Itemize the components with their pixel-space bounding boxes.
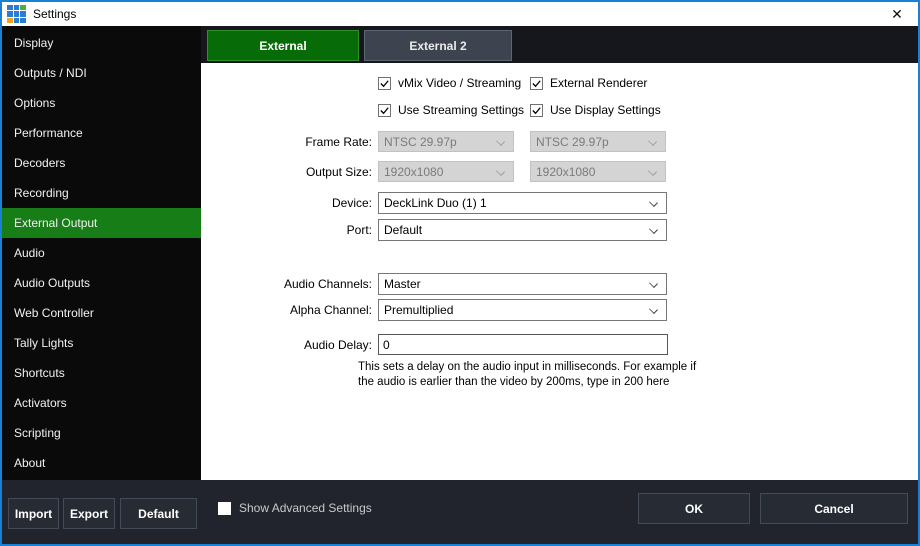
title-bar: Settings ✕: [2, 2, 918, 26]
sidebar-item-outputs-ndi[interactable]: Outputs / NDI: [2, 58, 201, 88]
use-display-settings-checkbox[interactable]: Use Display Settings: [530, 103, 661, 117]
sidebar-item-label: Audio Outputs: [14, 276, 90, 290]
sidebar-item-scripting[interactable]: Scripting: [2, 418, 201, 448]
use-streaming-settings-checkbox[interactable]: Use Streaming Settings: [378, 103, 524, 117]
audio-channels-label: Audio Channels:: [201, 273, 372, 295]
tab-external-2[interactable]: External 2: [364, 30, 512, 61]
sidebar-item-about[interactable]: About: [2, 448, 201, 478]
selected-value: 1920x1080: [536, 165, 595, 179]
selected-value: Premultiplied: [384, 303, 453, 317]
checkbox-unchecked-icon: [218, 502, 231, 515]
checkbox-checked-icon: [378, 104, 391, 117]
output-size-select-2[interactable]: 1920x1080: [530, 161, 666, 182]
sidebar-item-label: Display: [14, 36, 53, 50]
chevron-down-icon: [649, 305, 658, 314]
chevron-down-icon: [649, 279, 658, 288]
sidebar-item-activators[interactable]: Activators: [2, 388, 201, 418]
checkbox-label: Use Display Settings: [550, 103, 661, 117]
sidebar-item-label: Scripting: [14, 426, 61, 440]
sidebar-item-audio[interactable]: Audio: [2, 238, 201, 268]
sidebar-item-performance[interactable]: Performance: [2, 118, 201, 148]
frame-rate-select-2[interactable]: NTSC 29.97p: [530, 131, 666, 152]
sidebar-item-label: Decoders: [14, 156, 65, 170]
sidebar-item-options[interactable]: Options: [2, 88, 201, 118]
audio-delay-label: Audio Delay:: [201, 334, 372, 355]
vmix-video-streaming-checkbox[interactable]: vMix Video / Streaming: [378, 76, 521, 90]
tab-label: External: [259, 39, 306, 53]
export-button[interactable]: Export: [63, 498, 115, 529]
checkbox-label: Use Streaming Settings: [398, 103, 524, 117]
vmix-logo-icon: [7, 5, 26, 24]
frame-rate-select-1[interactable]: NTSC 29.97p: [378, 131, 514, 152]
alpha-channel-select[interactable]: Premultiplied: [378, 299, 667, 321]
selected-value: 1920x1080: [384, 165, 443, 179]
frame-rate-label: Frame Rate:: [201, 131, 372, 152]
cancel-button[interactable]: Cancel: [760, 493, 908, 524]
sidebar-item-recording[interactable]: Recording: [2, 178, 201, 208]
chevron-down-icon: [649, 198, 658, 207]
checkbox-label: vMix Video / Streaming: [398, 76, 521, 90]
import-button[interactable]: Import: [8, 498, 59, 529]
sidebar-item-label: Web Controller: [14, 306, 94, 320]
audio-delay-help-text: This sets a delay on the audio input in …: [358, 360, 710, 390]
sidebar-item-decoders[interactable]: Decoders: [2, 148, 201, 178]
port-label: Port:: [201, 219, 372, 241]
sidebar-item-label: Audio: [14, 246, 45, 260]
sidebar-item-label: About: [14, 456, 45, 470]
audio-delay-input[interactable]: [378, 334, 668, 355]
alpha-channel-label: Alpha Channel:: [201, 299, 372, 321]
selected-value: NTSC 29.97p: [536, 135, 609, 149]
selected-value: Default: [384, 223, 422, 237]
show-advanced-settings-checkbox[interactable]: Show Advanced Settings: [218, 501, 372, 515]
chevron-down-icon: [496, 167, 505, 176]
sidebar-item-label: Tally Lights: [14, 336, 73, 350]
chevron-down-icon: [648, 137, 657, 146]
sidebar-item-label: Activators: [14, 396, 67, 410]
port-select[interactable]: Default: [378, 219, 667, 241]
audio-channels-select[interactable]: Master: [378, 273, 667, 295]
sidebar-item-external-output[interactable]: External Output: [2, 208, 201, 238]
sidebar-item-tally-lights[interactable]: Tally Lights: [2, 328, 201, 358]
checkbox-checked-icon: [530, 104, 543, 117]
device-select[interactable]: DeckLink Duo (1) 1: [378, 192, 667, 214]
settings-window: Settings ✕ Display Outputs / NDI Options…: [0, 0, 920, 546]
sidebar-item-audio-outputs[interactable]: Audio Outputs: [2, 268, 201, 298]
chevron-down-icon: [649, 225, 658, 234]
sidebar-item-label: Performance: [14, 126, 83, 140]
sidebar-item-display[interactable]: Display: [2, 28, 201, 58]
sidebar-item-label: External Output: [14, 216, 97, 230]
sidebar-item-shortcuts[interactable]: Shortcuts: [2, 358, 201, 388]
tab-external[interactable]: External: [207, 30, 359, 61]
window-title: Settings: [33, 7, 76, 21]
external-renderer-checkbox[interactable]: External Renderer: [530, 76, 647, 90]
output-size-select-1[interactable]: 1920x1080: [378, 161, 514, 182]
bottom-bar: Import Export Default Show Advanced Sett…: [2, 480, 918, 544]
settings-sidebar: Display Outputs / NDI Options Performanc…: [2, 26, 201, 480]
selected-value: DeckLink Duo (1) 1: [384, 196, 487, 210]
sidebar-item-label: Shortcuts: [14, 366, 65, 380]
default-button[interactable]: Default: [120, 498, 197, 529]
device-label: Device:: [201, 192, 372, 214]
checkbox-checked-icon: [530, 77, 543, 90]
selected-value: NTSC 29.97p: [384, 135, 457, 149]
tab-strip: External External 2: [201, 26, 918, 63]
external-output-panel: vMix Video / Streaming External Renderer…: [201, 63, 918, 482]
sidebar-item-label: Outputs / NDI: [14, 66, 87, 80]
sidebar-item-label: Recording: [14, 186, 69, 200]
selected-value: Master: [384, 277, 421, 291]
checkbox-label: External Renderer: [550, 76, 647, 90]
tab-label: External 2: [409, 39, 466, 53]
checkbox-checked-icon: [378, 77, 391, 90]
checkbox-label: Show Advanced Settings: [239, 501, 372, 515]
sidebar-item-web-controller[interactable]: Web Controller: [2, 298, 201, 328]
sidebar-item-label: Options: [14, 96, 55, 110]
chevron-down-icon: [496, 137, 505, 146]
ok-button[interactable]: OK: [638, 493, 750, 524]
close-icon[interactable]: ✕: [876, 2, 918, 26]
chevron-down-icon: [648, 167, 657, 176]
output-size-label: Output Size:: [201, 161, 372, 182]
